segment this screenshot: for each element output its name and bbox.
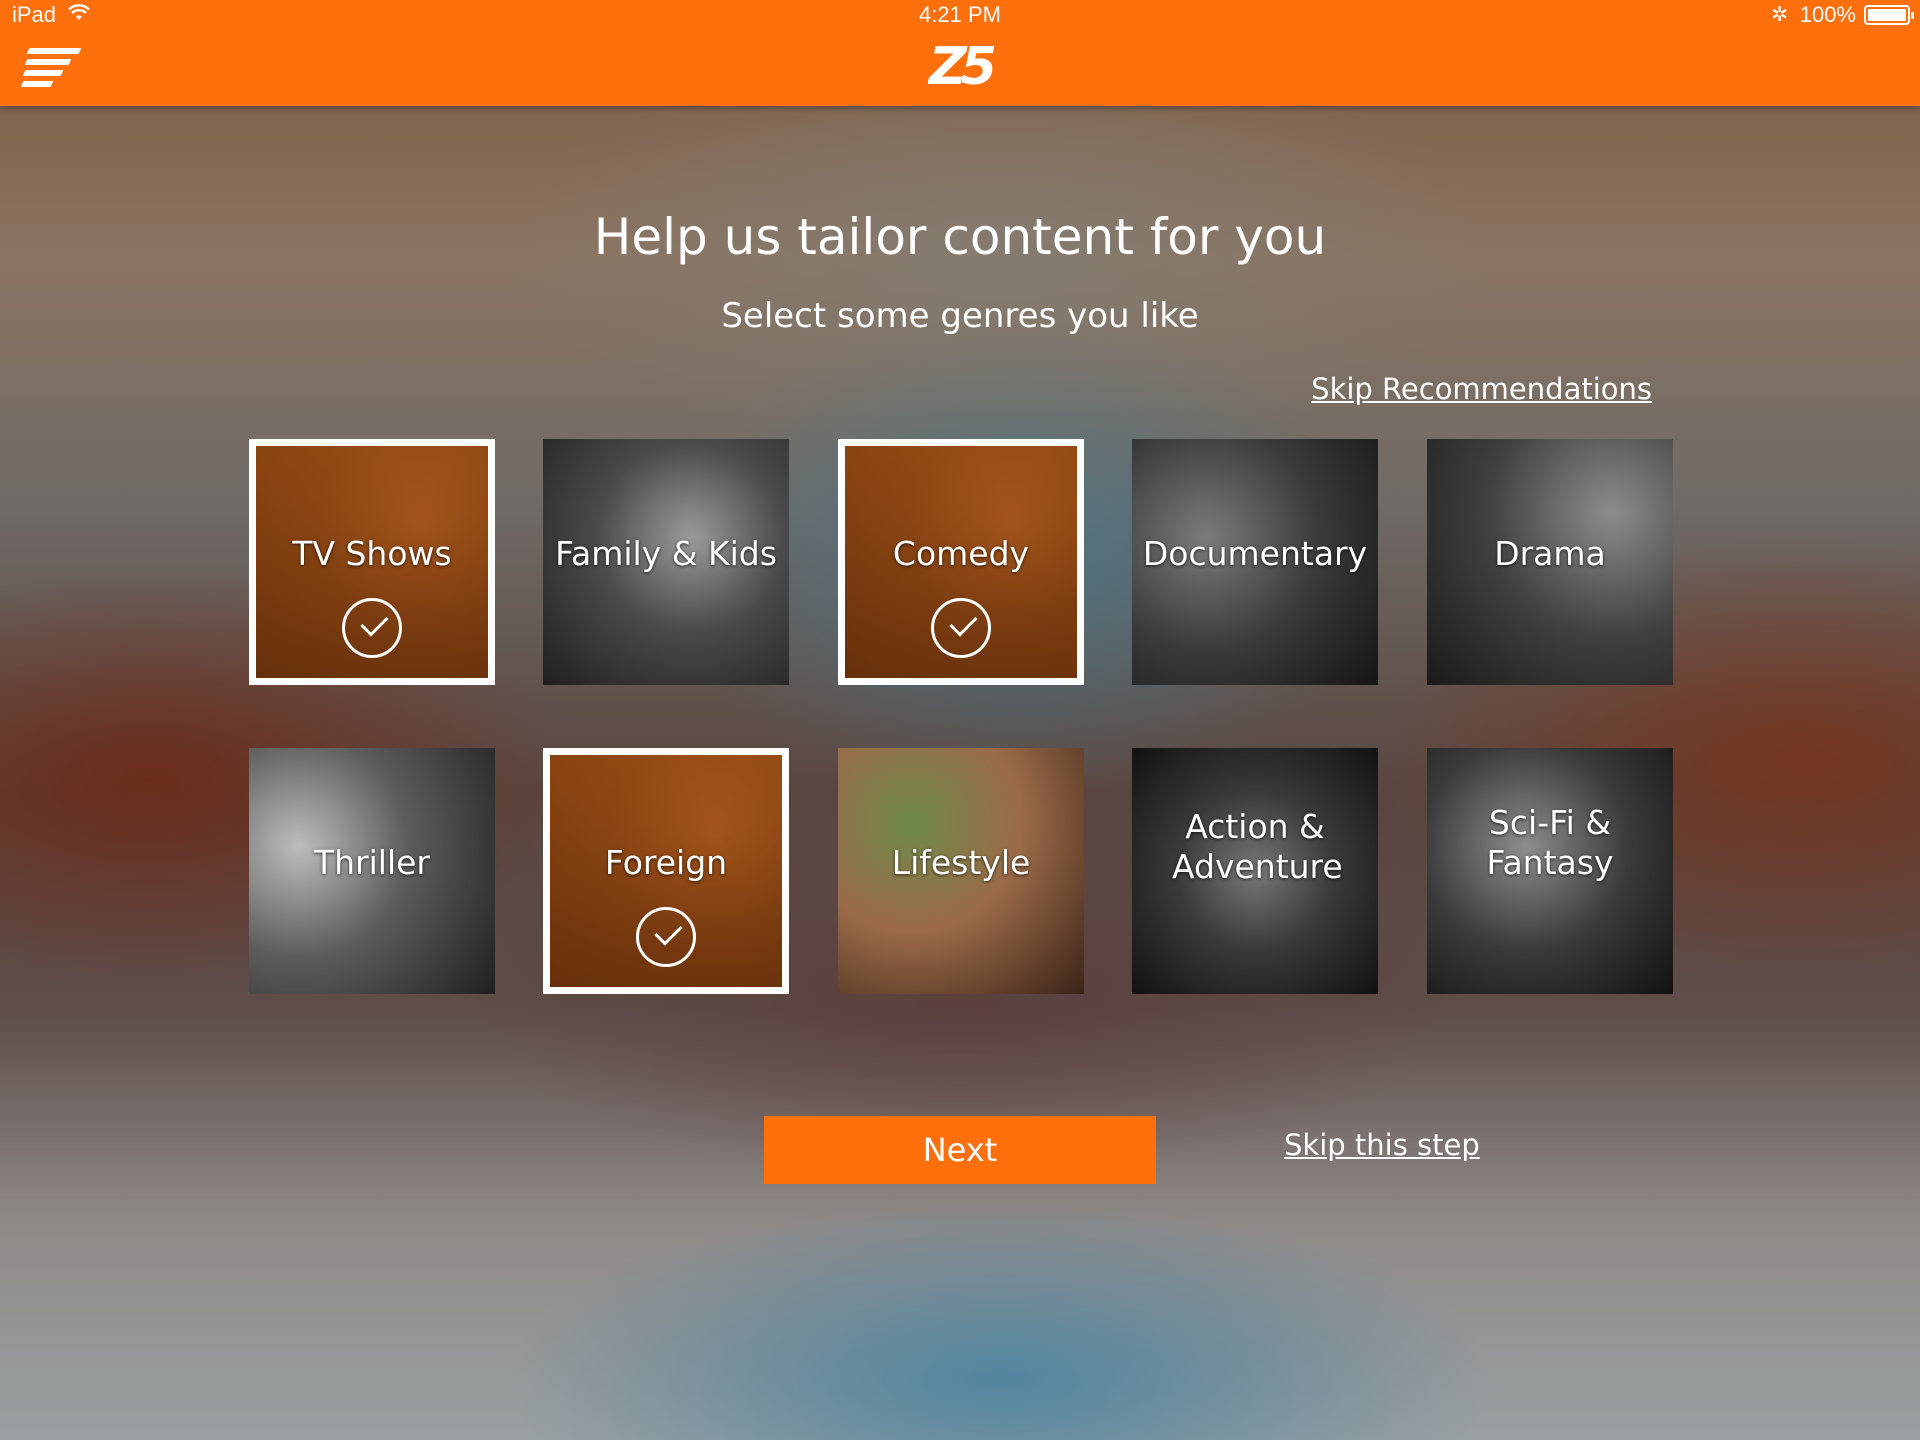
- page-subtitle: Select some genres you like: [721, 296, 1199, 336]
- hamburger-menu-icon[interactable]: [20, 46, 82, 88]
- genre-label: Lifestyle: [891, 843, 1031, 882]
- battery-percent: 100%: [1799, 2, 1856, 27]
- genre-label: Thriller: [313, 843, 430, 882]
- genre-label: Comedy: [892, 534, 1030, 573]
- top-app-bar: iPad 4:21 PM ✲ 100% Z5: [0, 0, 1920, 106]
- status-bar: iPad 4:21 PM ✲ 100%: [0, 0, 1920, 30]
- genre-label: Family & Kids: [555, 534, 777, 573]
- page-title: Help us tailor content for you: [593, 208, 1327, 266]
- genre-tile-thriller[interactable]: Thriller: [249, 748, 495, 994]
- next-button[interactable]: Next: [764, 1116, 1156, 1184]
- genre-label: Action & Adventure: [1172, 807, 1343, 886]
- checkmark-icon: [636, 907, 696, 967]
- genre-tile-documentary[interactable]: Documentary: [1132, 439, 1378, 685]
- battery-icon: [1864, 5, 1914, 25]
- genre-label: Foreign: [604, 843, 728, 882]
- genre-tile-family-kids[interactable]: Family & Kids: [543, 439, 789, 685]
- genre-label: TV Shows: [292, 534, 452, 573]
- genre-label: Drama: [1494, 534, 1606, 573]
- genre-tile-sci-fi-fantasy[interactable]: Sci-Fi & Fantasy: [1427, 748, 1673, 994]
- skip-recommendations-link[interactable]: Skip Recommendations: [1311, 372, 1652, 406]
- checkmark-icon: [931, 598, 991, 658]
- skip-this-step-link[interactable]: Skip this step: [1284, 1128, 1480, 1162]
- genre-tile-lifestyle[interactable]: Lifestyle: [838, 748, 1084, 994]
- genre-tile-tv-shows[interactable]: TV Shows: [249, 439, 495, 685]
- genre-tile-action-adventure[interactable]: Action & Adventure: [1132, 748, 1378, 994]
- genre-tile-foreign[interactable]: Foreign: [543, 748, 789, 994]
- checkmark-icon: [342, 598, 402, 658]
- bluetooth-icon: ✲: [1771, 4, 1788, 26]
- app-logo: Z5: [929, 37, 997, 97]
- genre-label: Documentary: [1142, 534, 1368, 573]
- genre-tile-drama[interactable]: Drama: [1427, 439, 1673, 685]
- clock: 4:21 PM: [919, 2, 1001, 27]
- genre-tile-comedy[interactable]: Comedy: [838, 439, 1084, 685]
- genre-label: Sci-Fi & Fantasy: [1486, 803, 1614, 882]
